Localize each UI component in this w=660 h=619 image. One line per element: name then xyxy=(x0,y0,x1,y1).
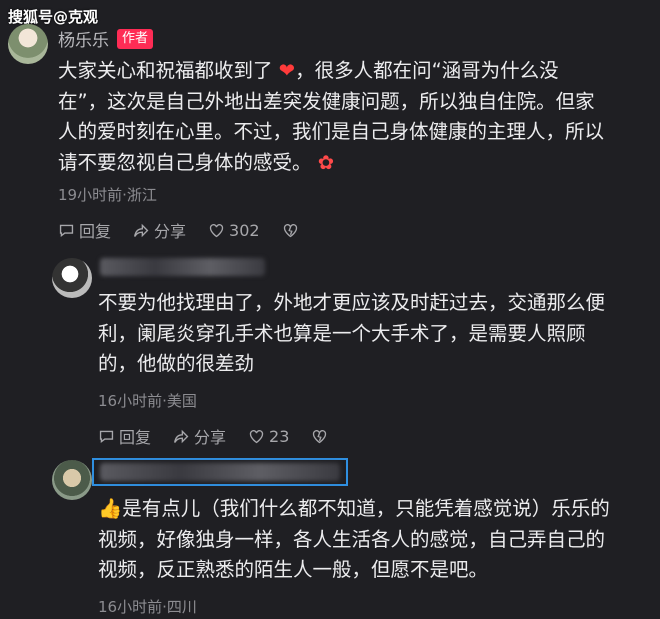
reply-icon xyxy=(99,430,114,443)
heart-icon xyxy=(249,429,264,443)
comment-text: 👍是有点儿（我们什么都不知道，只能凭着感觉说）乐乐的 视频，好像独身一样，各人生… xyxy=(98,494,610,586)
share-icon xyxy=(174,429,189,443)
thumbs-up-emoji-icon: 👍 xyxy=(98,497,123,520)
reply-button[interactable]: 回复 xyxy=(58,218,111,242)
like-button[interactable]: 302 xyxy=(208,221,260,240)
comment-meta: 16小时前·美国 xyxy=(98,392,197,410)
comment-actions: 回复 分享 302 xyxy=(58,218,299,242)
share-label: 分享 xyxy=(194,428,227,447)
reply-button[interactable]: 回复 xyxy=(98,424,151,448)
share-icon xyxy=(134,223,149,237)
avatar[interactable] xyxy=(52,258,92,298)
avatar[interactable] xyxy=(52,460,92,500)
broken-heart-icon xyxy=(313,429,327,443)
like-count: 23 xyxy=(269,426,290,446)
comment-line: 是有点儿（我们什么都不知道，只能凭着感觉说）乐乐的 xyxy=(122,497,610,520)
comment-line: 视频，反正熟悉的陌生人一般，但愿不是吧。 xyxy=(98,558,489,581)
comment-line: 不要为他找理由了，外地才更应该及时赶过去，交通那么便 xyxy=(98,291,606,314)
heart-icon xyxy=(209,223,224,237)
comment-line: 请不要忽视自己身体的感受。 xyxy=(58,150,312,174)
dislike-button[interactable] xyxy=(282,222,299,239)
comment-header: 杨乐乐 作者 xyxy=(58,26,154,51)
reply-icon xyxy=(59,224,74,237)
comment-text: 不要为他找理由了，外地才更应该及时赶过去，交通那么便 利，阑尾炎穿孔手术也算是一… xyxy=(98,288,605,380)
like-count: 302 xyxy=(229,220,260,240)
blurred-username[interactable] xyxy=(100,258,265,276)
comment-header xyxy=(100,258,265,276)
comment-line: 人的爱时刻在心里。不过，我们是自己身体健康的主理人，所以 xyxy=(58,120,605,143)
comment-line: 的，他做的很差劲 xyxy=(98,352,255,375)
reply-label: 回复 xyxy=(79,222,112,241)
reply-label: 回复 xyxy=(119,428,152,447)
username[interactable]: 杨乐乐 xyxy=(58,26,109,51)
comment-line: 大家关心和祝福都收到了 xyxy=(58,59,273,82)
comment-line: 视频，好像独身一样，各人生活各人的感觉，自己弄自己的 xyxy=(98,527,606,551)
share-label: 分享 xyxy=(154,222,187,241)
author-badge: 作者 xyxy=(117,28,154,49)
like-button[interactable]: 23 xyxy=(248,427,289,446)
share-button[interactable]: 分享 xyxy=(173,424,226,448)
comment-line: 利，阑尾炎穿孔手术也算是一个大手术了，是需要人照顾 xyxy=(98,321,586,345)
comment-meta: 16小时前·四川 xyxy=(98,598,197,616)
comment-line: ，很多人都在问“涵哥为什么没 xyxy=(295,59,559,82)
heart-emoji-icon: ❤ xyxy=(272,59,296,82)
highlighted-username-box xyxy=(92,458,348,486)
dislike-button[interactable] xyxy=(311,428,328,445)
comment-meta: 19小时前·浙江 xyxy=(58,186,157,204)
comment-line: 在”，这次是自己外地出差突发健康问题，所以独自住院。但家 xyxy=(58,89,595,113)
comment-actions: 回复 分享 23 xyxy=(98,424,328,448)
rose-emoji-icon: ✿ xyxy=(311,150,335,174)
broken-heart-icon xyxy=(283,223,297,237)
avatar[interactable] xyxy=(8,24,48,64)
comment-text: 大家关心和祝福都收到了 ❤，很多人都在问“涵哥为什么没 在”，这次是自己外地出差… xyxy=(58,56,604,178)
share-button[interactable]: 分享 xyxy=(133,218,186,242)
blurred-username[interactable] xyxy=(100,463,340,481)
